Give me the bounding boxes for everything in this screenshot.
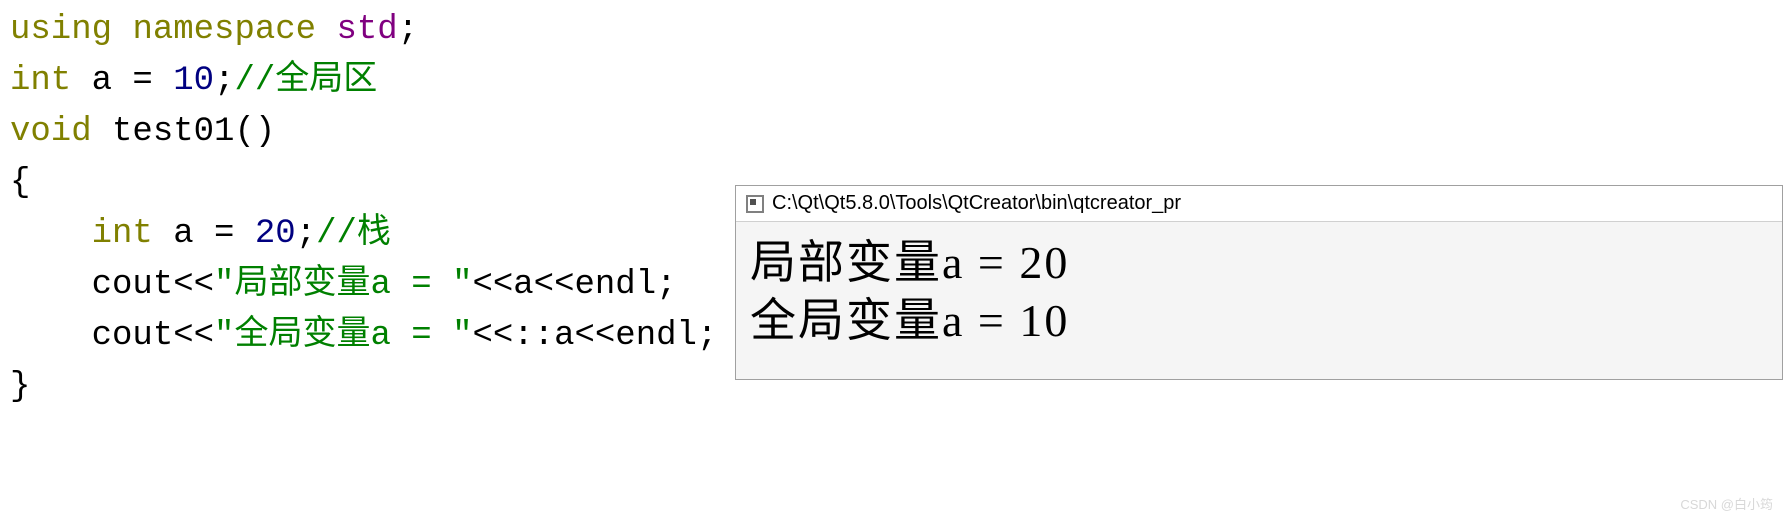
code-line: void test01() — [10, 113, 275, 151]
title-bar: C:\Qt\Qt5.8.0\Tools\QtCreator\bin\qtcrea… — [736, 186, 1782, 222]
comment: //全局区 — [234, 62, 377, 100]
code-line: cout<<"局部变量a = "<<a<<endl; — [10, 266, 677, 304]
code-line: } — [10, 368, 30, 406]
string: "局部变量a = " — [214, 266, 472, 304]
code-editor: using namespace std; int a = 10;//全局区 vo… — [0, 0, 730, 518]
string: "全局变量a = " — [214, 317, 472, 355]
indent — [10, 266, 92, 304]
identifier: std — [336, 11, 397, 49]
punct: ; — [398, 11, 418, 49]
punct: ; — [214, 62, 234, 100]
number: 10 — [173, 62, 214, 100]
console-window: C:\Qt\Qt5.8.0\Tools\QtCreator\bin\qtcrea… — [735, 185, 1783, 380]
code-line: using namespace std; — [10, 11, 418, 49]
text: test01() — [92, 113, 276, 151]
console-output: 局部变量a = 20 全局变量a = 10 — [736, 222, 1782, 379]
indent — [10, 215, 92, 253]
indent — [10, 317, 92, 355]
text: cout<< — [92, 266, 214, 304]
code-line: { — [10, 164, 30, 202]
watermark: CSDN @白小筠 — [1680, 494, 1773, 513]
output-line: 全局变量a = 10 — [750, 292, 1768, 350]
type: int — [10, 62, 71, 100]
keyword: using — [10, 11, 112, 49]
type: int — [92, 215, 153, 253]
code-line: cout<<"全局变量a = "<<::a<<endl; — [10, 317, 717, 355]
output-line: 局部变量a = 20 — [750, 234, 1768, 292]
comment: //栈 — [316, 215, 391, 253]
type: void — [10, 113, 92, 151]
text: a = — [71, 62, 173, 100]
text: <<a<<endl; — [472, 266, 676, 304]
punct: ; — [296, 215, 316, 253]
number: 20 — [255, 215, 296, 253]
keyword: namespace — [132, 11, 316, 49]
text: a = — [153, 215, 255, 253]
text: <<::a<<endl; — [472, 317, 717, 355]
window-title: C:\Qt\Qt5.8.0\Tools\QtCreator\bin\qtcrea… — [772, 192, 1181, 215]
app-icon — [746, 195, 764, 213]
code-line: int a = 10;//全局区 — [10, 62, 377, 100]
text: cout<< — [92, 317, 214, 355]
code-line: int a = 20;//栈 — [10, 215, 391, 253]
